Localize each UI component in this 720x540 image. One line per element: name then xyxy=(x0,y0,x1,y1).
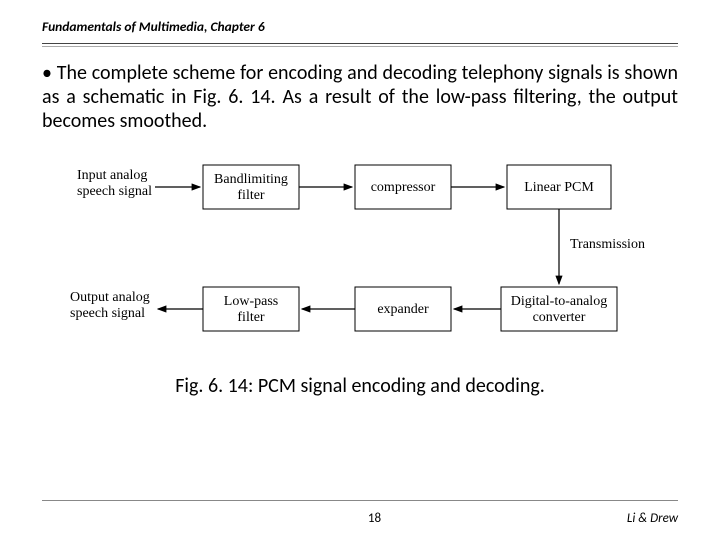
box-lowpass-l2: filter xyxy=(237,310,265,325)
body-text-content: The complete scheme for encoding and dec… xyxy=(42,61,678,133)
box-compressor-label: compressor xyxy=(371,180,436,195)
footer-divider xyxy=(42,500,678,501)
body-paragraph: • The complete scheme for encoding and d… xyxy=(42,61,678,133)
box-dac-l2: converter xyxy=(533,310,586,325)
figure-caption: Fig. 6. 14: PCM signal encoding and deco… xyxy=(0,374,720,398)
box-linear-pcm-label: Linear PCM xyxy=(524,180,594,195)
header-divider xyxy=(42,43,678,47)
input-label-l1: Input analog xyxy=(77,168,147,183)
slide-header: Fundamentals of Multimedia, Chapter 6 xyxy=(0,0,720,41)
output-label-l2: speech signal xyxy=(70,306,145,321)
box-expander-label: expander xyxy=(377,302,429,317)
output-label-l1: Output analog xyxy=(70,290,150,305)
box-bandlimiting-l1: Bandlimiting xyxy=(214,172,288,187)
slide-footer: 18 Li & Drew xyxy=(0,500,720,526)
box-bandlimiting-l2: filter xyxy=(237,188,265,203)
transmission-label: Transmission xyxy=(570,237,645,252)
bullet-icon: • xyxy=(42,61,52,85)
pcm-diagram: Input analog speech signal Bandlimiting … xyxy=(65,151,655,356)
footer-authors: Li & Drew xyxy=(627,511,678,526)
page-number: 18 xyxy=(122,511,627,526)
input-label-l2: speech signal xyxy=(77,184,152,199)
box-lowpass-l1: Low-pass xyxy=(224,294,278,309)
box-dac-l1: Digital-to-analog xyxy=(511,294,607,309)
